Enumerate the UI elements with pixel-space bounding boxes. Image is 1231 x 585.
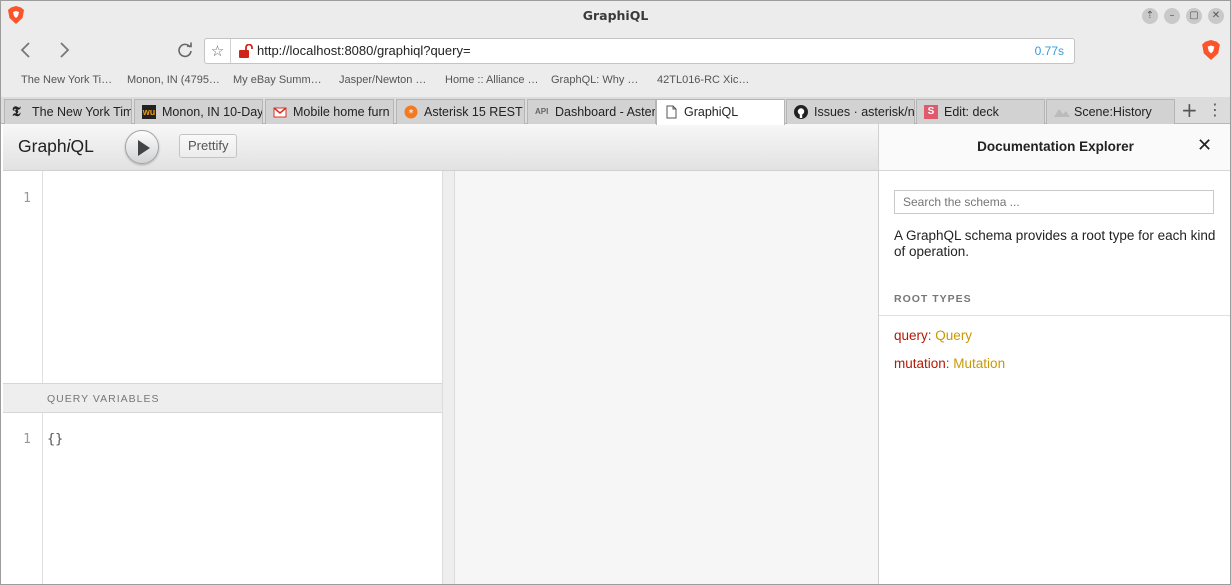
- tab-nytimes[interactable]: 𝕿 The New York Tim: [4, 99, 132, 124]
- bookmark-star-icon[interactable]: ☆: [205, 39, 231, 63]
- bookmark-item[interactable]: Jasper/Newton …: [339, 74, 426, 86]
- tab-asterisk-rest[interactable]: * Asterisk 15 REST: [396, 99, 525, 124]
- line-number: 1: [23, 432, 31, 447]
- close-icon[interactable]: ✕: [1197, 137, 1212, 155]
- execute-query-button[interactable]: [125, 130, 159, 164]
- brave-shield-icon[interactable]: [1202, 40, 1220, 64]
- query-variables-title: QUERY VARIABLES: [47, 393, 160, 405]
- api-icon: API: [535, 107, 549, 116]
- divider: [879, 315, 1230, 316]
- s-icon: S: [924, 105, 938, 119]
- root-type-query: query: Query: [894, 328, 973, 343]
- maximize-icon[interactable]: ▢: [1186, 8, 1202, 24]
- scene-icon: [1054, 105, 1070, 119]
- url-text[interactable]: http://localhost:8080/graphiql?query=: [257, 43, 471, 58]
- type-link[interactable]: Mutation: [953, 356, 1005, 371]
- asterisk-icon: *: [404, 105, 418, 119]
- insecure-lock-icon[interactable]: [238, 43, 254, 63]
- tab-dashboard[interactable]: API Dashboard - Aster: [527, 99, 656, 124]
- query-variables-header[interactable]: QUERY VARIABLES: [3, 383, 442, 413]
- result-pane: [455, 171, 878, 584]
- bookmark-item[interactable]: Home :: Alliance …: [445, 74, 539, 86]
- line-gutter: 1: [3, 171, 43, 383]
- query-editor[interactable]: 1: [3, 171, 442, 383]
- variables-code[interactable]: {}: [47, 431, 63, 447]
- menu-icon[interactable]: ⋮: [1207, 100, 1223, 120]
- graphiql-app: GraphiQL Prettify 1 QUERY VARIABLES 1 {}…: [1, 124, 1230, 584]
- tab-graphiql[interactable]: GraphiQL: [656, 99, 785, 125]
- bookmark-item[interactable]: GraphQL: Why …: [551, 74, 638, 86]
- variables-editor[interactable]: 1 {}: [3, 413, 442, 584]
- bookmark-item[interactable]: 42TL016-RC Xic…: [657, 74, 749, 86]
- graphiql-topbar: GraphiQL Prettify: [3, 124, 878, 171]
- graphiql-logo: GraphiQL: [18, 136, 94, 156]
- docs-title: Documentation Explorer: [977, 139, 1134, 154]
- schema-description: A GraphQL schema provides a root type fo…: [894, 228, 1216, 259]
- page-icon: [664, 105, 678, 119]
- bookmarks-bar: The New York Ti… Monon, IN (4795… My eBa…: [1, 71, 1230, 97]
- editor-resize-divider[interactable]: [442, 171, 455, 584]
- title-bar: GraphiQL ⇡ – ▢ ✕: [1, 1, 1230, 31]
- bookmark-item[interactable]: The New York Ti…: [21, 74, 112, 86]
- nyt-icon: 𝕿: [12, 104, 21, 120]
- close-window-icon[interactable]: ✕: [1208, 8, 1224, 24]
- prettify-button[interactable]: Prettify: [179, 134, 238, 158]
- tab-scene-history[interactable]: Scene:History: [1046, 99, 1175, 124]
- window-up-icon[interactable]: ⇡: [1142, 8, 1158, 24]
- play-icon: [138, 140, 150, 156]
- tab-monon-weather[interactable]: wu Monon, IN 10-Day: [134, 99, 263, 124]
- github-icon: [794, 105, 808, 119]
- line-gutter: 1: [3, 413, 43, 584]
- field-name-link[interactable]: mutation: [894, 356, 946, 371]
- forward-icon[interactable]: [53, 39, 75, 61]
- reload-icon[interactable]: [174, 39, 196, 61]
- schema-search-input[interactable]: [894, 190, 1214, 214]
- tab-strip: 𝕿 The New York Tim wu Monon, IN 10-Day M…: [1, 97, 1230, 125]
- wu-icon: wu: [142, 105, 156, 119]
- docs-header: Documentation Explorer ✕: [879, 124, 1230, 171]
- tab-edit-deck[interactable]: S Edit: deck: [916, 99, 1045, 124]
- root-type-mutation: mutation: Mutation: [894, 356, 1006, 371]
- line-number: 1: [23, 191, 31, 206]
- minimize-icon[interactable]: –: [1164, 8, 1180, 24]
- back-icon[interactable]: [15, 39, 37, 61]
- load-time: 0.77s: [1034, 44, 1064, 58]
- browser-window: GraphiQL ⇡ – ▢ ✕ ☆ http://localhost:8080…: [0, 0, 1231, 585]
- tab-github-issues[interactable]: Issues · asterisk/n: [786, 99, 915, 124]
- field-name-link[interactable]: query: [894, 328, 928, 343]
- root-types-title: ROOT TYPES: [894, 293, 972, 305]
- browser-toolbar: ☆ http://localhost:8080/graphiql?query= …: [1, 31, 1230, 71]
- window-title: GraphiQL: [582, 8, 649, 23]
- type-link[interactable]: Query: [935, 328, 972, 343]
- address-bar[interactable]: ☆ http://localhost:8080/graphiql?query= …: [204, 38, 1075, 64]
- bookmark-item[interactable]: My eBay Summ…: [233, 74, 322, 86]
- documentation-explorer: Documentation Explorer ✕ A GraphQL schem…: [878, 124, 1230, 584]
- gmail-icon: [273, 105, 287, 119]
- bookmark-item[interactable]: Monon, IN (4795…: [127, 74, 220, 86]
- new-tab-icon[interactable]: +: [1181, 99, 1198, 121]
- svg-text:*: *: [409, 108, 414, 119]
- tab-gmail[interactable]: Mobile home furn: [265, 99, 394, 124]
